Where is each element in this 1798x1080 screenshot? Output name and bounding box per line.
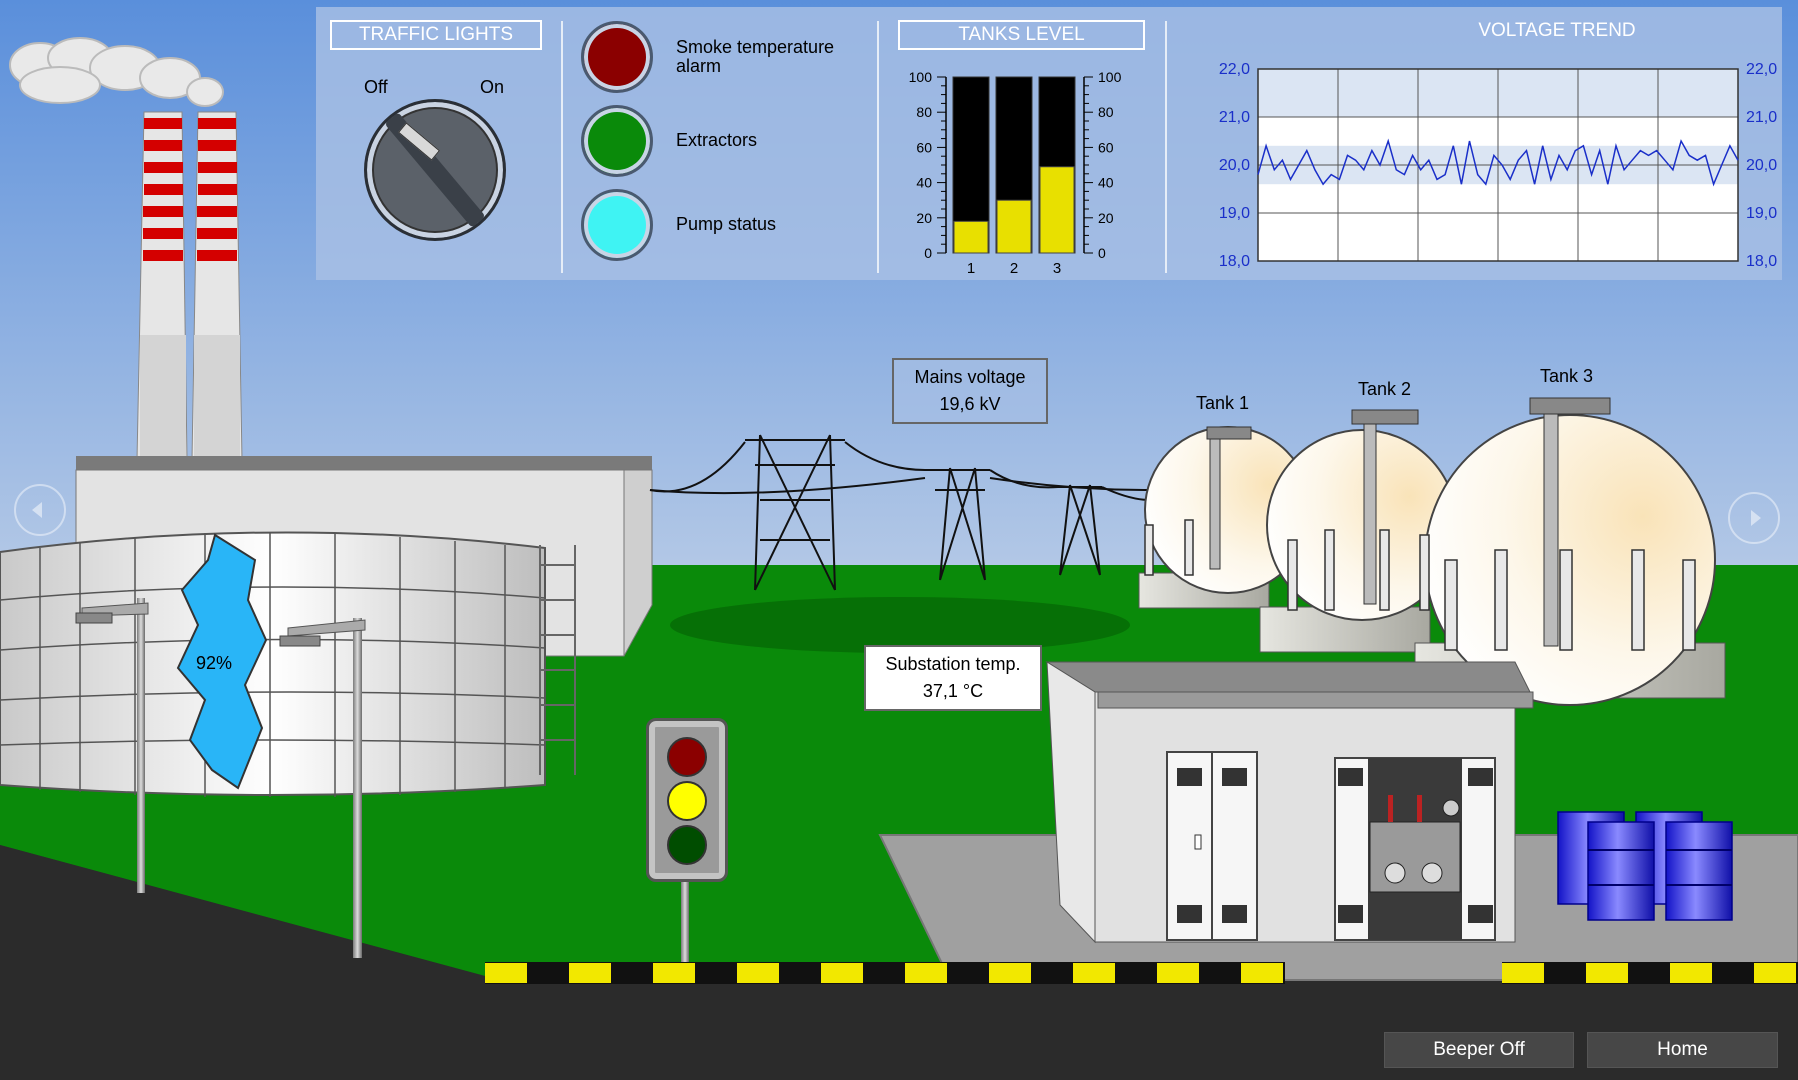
trend-y-tick-left: 22,0 xyxy=(1219,61,1250,78)
tank-bar-2-label: 2 xyxy=(1010,260,1018,277)
switch-on-label: On xyxy=(480,77,505,97)
trend-y-tick-right: 19,0 xyxy=(1746,205,1777,222)
beeper-off-button[interactable]: Beeper Off xyxy=(1384,1032,1574,1068)
smoke-label-line2: alarm xyxy=(676,56,722,76)
trend-y-tick-left: 19,0 xyxy=(1219,205,1250,222)
home-button[interactable]: Home xyxy=(1587,1032,1778,1068)
trend-y-tick-right: 18,0 xyxy=(1746,253,1777,270)
scale-label: 80 xyxy=(1098,104,1114,120)
voltage-trend-title: VOLTAGE TREND xyxy=(1478,20,1636,41)
scale-label: 100 xyxy=(1098,69,1122,85)
curb-stripe xyxy=(1073,963,1115,983)
traffic-lights-rotary-switch[interactable] xyxy=(364,99,506,241)
trend-y-tick-right: 20,0 xyxy=(1746,157,1777,174)
tank-1-label: Tank 1 xyxy=(1196,393,1250,413)
silo-fill-percentage: 92% xyxy=(196,653,233,673)
traffic-light[interactable] xyxy=(646,718,728,882)
scale-label: 60 xyxy=(916,139,932,155)
smoke-temperature-alarm-label: Smoke temperature alarm xyxy=(676,38,834,76)
scale-label: 20 xyxy=(916,210,932,226)
scale-label: 40 xyxy=(916,175,932,191)
curb-stripe xyxy=(737,963,779,983)
curb-stripe xyxy=(1157,963,1199,983)
tank-bar-1-fill xyxy=(953,220,989,254)
traffic-lights-title: TRAFFIC LIGHTS xyxy=(330,20,542,50)
mains-voltage-box: Mains voltage 19,6 kV xyxy=(892,358,1048,424)
scale-label: 0 xyxy=(1098,245,1106,261)
substation-temp-value: 37,1 °C xyxy=(922,681,984,701)
hmi-screen: TRAFFIC LIGHTS Off On Smoke temperature … xyxy=(0,0,1798,1080)
tanks-level-title: TANKS LEVEL xyxy=(898,20,1145,50)
smoke-temperature-alarm-lamp xyxy=(581,21,653,93)
curb-stripe xyxy=(989,963,1031,983)
arrow-right-icon xyxy=(1751,510,1761,526)
tank-2-label: Tank 2 xyxy=(1358,379,1412,399)
previous-screen-arrow[interactable] xyxy=(14,484,66,536)
curb-stripe xyxy=(1502,963,1544,983)
trend-y-tick-left: 21,0 xyxy=(1219,109,1250,126)
scale-label: 80 xyxy=(916,104,932,120)
tank-bar-3-label: 3 xyxy=(1053,260,1061,277)
substation-temp-box: Substation temp. 37,1 °C xyxy=(864,645,1042,711)
panel-divider xyxy=(561,21,563,273)
next-screen-arrow[interactable] xyxy=(1728,492,1780,544)
tank-bar-2-fill xyxy=(996,199,1032,254)
curb-stripe xyxy=(1241,963,1283,983)
curb-stripe xyxy=(1670,963,1712,983)
tank-bar-3-fill xyxy=(1039,166,1075,254)
tank-3-label: Tank 3 xyxy=(1540,366,1594,386)
pump-status-lamp xyxy=(581,189,653,261)
trend-y-tick-right: 21,0 xyxy=(1746,109,1777,126)
scale-label: 40 xyxy=(1098,175,1114,191)
substation-temp-label: Substation temp. xyxy=(885,654,1021,674)
trend-y-tick-left: 18,0 xyxy=(1219,253,1250,270)
switch-off-label: Off xyxy=(364,77,388,97)
curb-stripe xyxy=(821,963,863,983)
scale-label: 20 xyxy=(1098,210,1114,226)
curb-stripe xyxy=(569,963,611,983)
extractors-label: Extractors xyxy=(676,130,758,150)
scale-label: 0 xyxy=(924,245,932,261)
panel-divider xyxy=(1165,21,1167,273)
extractors-lamp xyxy=(581,105,653,177)
scale-label: 100 xyxy=(909,69,933,85)
curb-stripe xyxy=(1586,963,1628,983)
trend-y-tick-left: 20,0 xyxy=(1219,157,1250,174)
scale-label: 60 xyxy=(1098,139,1114,155)
traffic-light-yellow xyxy=(667,781,707,821)
curb-stripe xyxy=(1754,963,1796,983)
smoke-label-line1: Smoke temperature xyxy=(676,37,835,57)
panel-divider xyxy=(877,21,879,273)
curb-stripe xyxy=(485,963,527,983)
tank-bar-1-label: 1 xyxy=(967,260,975,277)
curb-stripe xyxy=(905,963,947,983)
voltage-trend-chart: 22,0 22,0 21,0 21,0 20,0 20,0 19,0 19,0 18,0 18,0 xyxy=(1219,61,1777,270)
arrow-left-icon xyxy=(32,502,42,518)
curb-stripe xyxy=(653,963,695,983)
tanks-level-gauge: 100 80 60 40 20 0 100 80 60 40 20 0 1 2 3 xyxy=(909,69,1122,277)
traffic-light-green xyxy=(667,825,707,865)
control-panel: TRAFFIC LIGHTS Off On Smoke temperature … xyxy=(316,7,1782,280)
pump-status-label: Pump status xyxy=(676,214,777,234)
mains-voltage-label: Mains voltage xyxy=(914,367,1026,387)
traffic-light-red xyxy=(667,737,707,777)
mains-voltage-value: 19,6 kV xyxy=(939,394,1001,414)
trend-y-tick-right: 22,0 xyxy=(1746,61,1777,78)
